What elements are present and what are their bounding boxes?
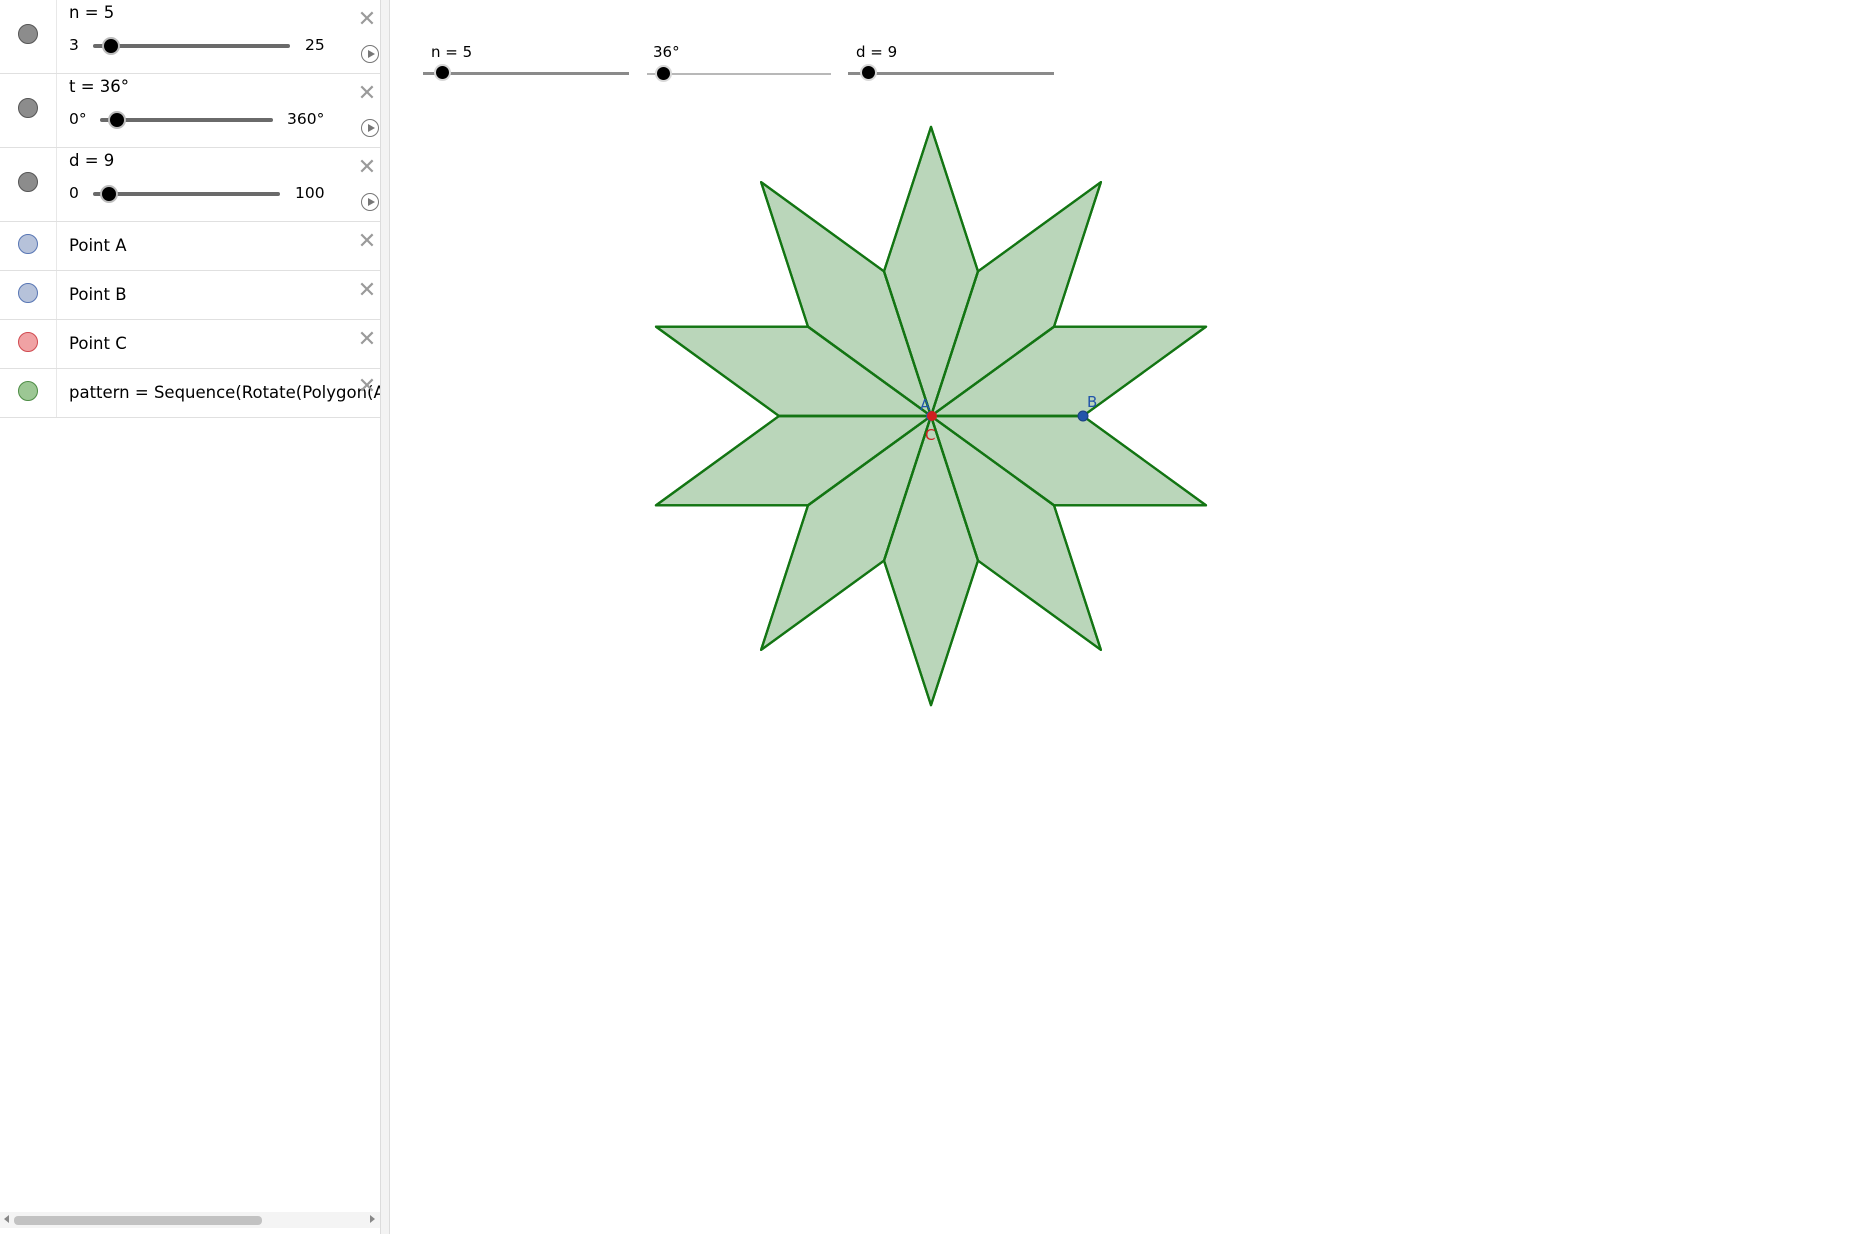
visibility-toggle-t[interactable]: [18, 98, 38, 118]
play-icon[interactable]: [361, 45, 379, 63]
close-icon[interactable]: ✕: [357, 83, 377, 105]
algebra-row-point-c[interactable]: Point C ✕: [0, 320, 385, 369]
slider-t-max: 360°: [287, 110, 325, 128]
visibility-toggle-n[interactable]: [18, 24, 38, 44]
slider-n-thumb[interactable]: [102, 37, 120, 55]
pattern-drawing: A C B: [654, 125, 1208, 707]
point-c-label: Point C: [69, 334, 127, 353]
slider-n-min: 3: [69, 36, 79, 54]
slider-d-track[interactable]: [93, 192, 280, 196]
algebra-row-point-b[interactable]: Point B ✕: [0, 271, 385, 320]
algebra-view: n = 5 3 25 ✕ t = 36° 0° 360° ✕ d = 9 0 1…: [0, 0, 385, 1234]
play-icon[interactable]: [361, 119, 379, 137]
point-a-label: Point A: [69, 236, 127, 255]
slider-t-label: t = 36°: [69, 77, 130, 96]
visibility-toggle-point-a[interactable]: [18, 234, 38, 254]
marble-column: [56, 0, 57, 73]
scroll-left-icon[interactable]: [4, 1215, 9, 1223]
close-icon[interactable]: ✕: [357, 280, 377, 302]
algebra-row-t[interactable]: t = 36° 0° 360° ✕: [0, 74, 385, 148]
algebra-row-d[interactable]: d = 9 0 100 ✕: [0, 148, 385, 222]
slider-d-min: 0: [69, 184, 79, 202]
slider-n-label: n = 5: [69, 3, 115, 22]
point-c-caption: C: [925, 426, 935, 444]
algebra-row-point-a[interactable]: Point A ✕: [0, 222, 385, 271]
algebra-horizontal-scrollbar[interactable]: [0, 1212, 380, 1228]
scrollbar-thumb[interactable]: [14, 1216, 262, 1225]
slider-d-label: d = 9: [69, 151, 115, 170]
slider-d-max: 100: [295, 184, 325, 202]
slider-n-track[interactable]: [93, 44, 290, 48]
slider-t-min: 0°: [69, 110, 87, 128]
marble-column: [56, 271, 57, 319]
point-b-label: Point B: [69, 285, 127, 304]
visibility-toggle-point-c[interactable]: [18, 332, 38, 352]
marble-column: [56, 320, 57, 368]
view-divider[interactable]: [380, 0, 390, 1234]
marble-column: [56, 369, 57, 417]
marble-column: [56, 222, 57, 270]
close-icon[interactable]: ✕: [357, 231, 377, 253]
algebra-row-pattern[interactable]: pattern = Sequence(Rotate(Polygon(A, B ✕: [0, 369, 385, 418]
marble-column: [56, 148, 57, 221]
close-icon[interactable]: ✕: [357, 157, 377, 179]
visibility-toggle-pattern[interactable]: [18, 381, 38, 401]
point-a-caption: A: [920, 396, 931, 414]
play-icon[interactable]: [361, 193, 379, 211]
close-icon[interactable]: ✕: [357, 329, 377, 351]
visibility-toggle-point-b[interactable]: [18, 283, 38, 303]
scroll-right-icon[interactable]: [370, 1215, 375, 1223]
close-icon[interactable]: ✕: [357, 9, 377, 31]
marble-column: [56, 74, 57, 147]
close-icon[interactable]: ✕: [357, 376, 377, 398]
slider-n-max: 25: [305, 36, 325, 54]
pattern-definition[interactable]: pattern = Sequence(Rotate(Polygon(A, B: [69, 383, 384, 402]
graphics-view[interactable]: n = 5 36° d = 9 A C B: [390, 0, 1853, 1227]
slider-d-thumb[interactable]: [100, 185, 118, 203]
visibility-toggle-d[interactable]: [18, 172, 38, 192]
point-b-caption: B: [1087, 393, 1097, 411]
slider-t-thumb[interactable]: [108, 111, 126, 129]
algebra-row-n[interactable]: n = 5 3 25 ✕: [0, 0, 385, 74]
